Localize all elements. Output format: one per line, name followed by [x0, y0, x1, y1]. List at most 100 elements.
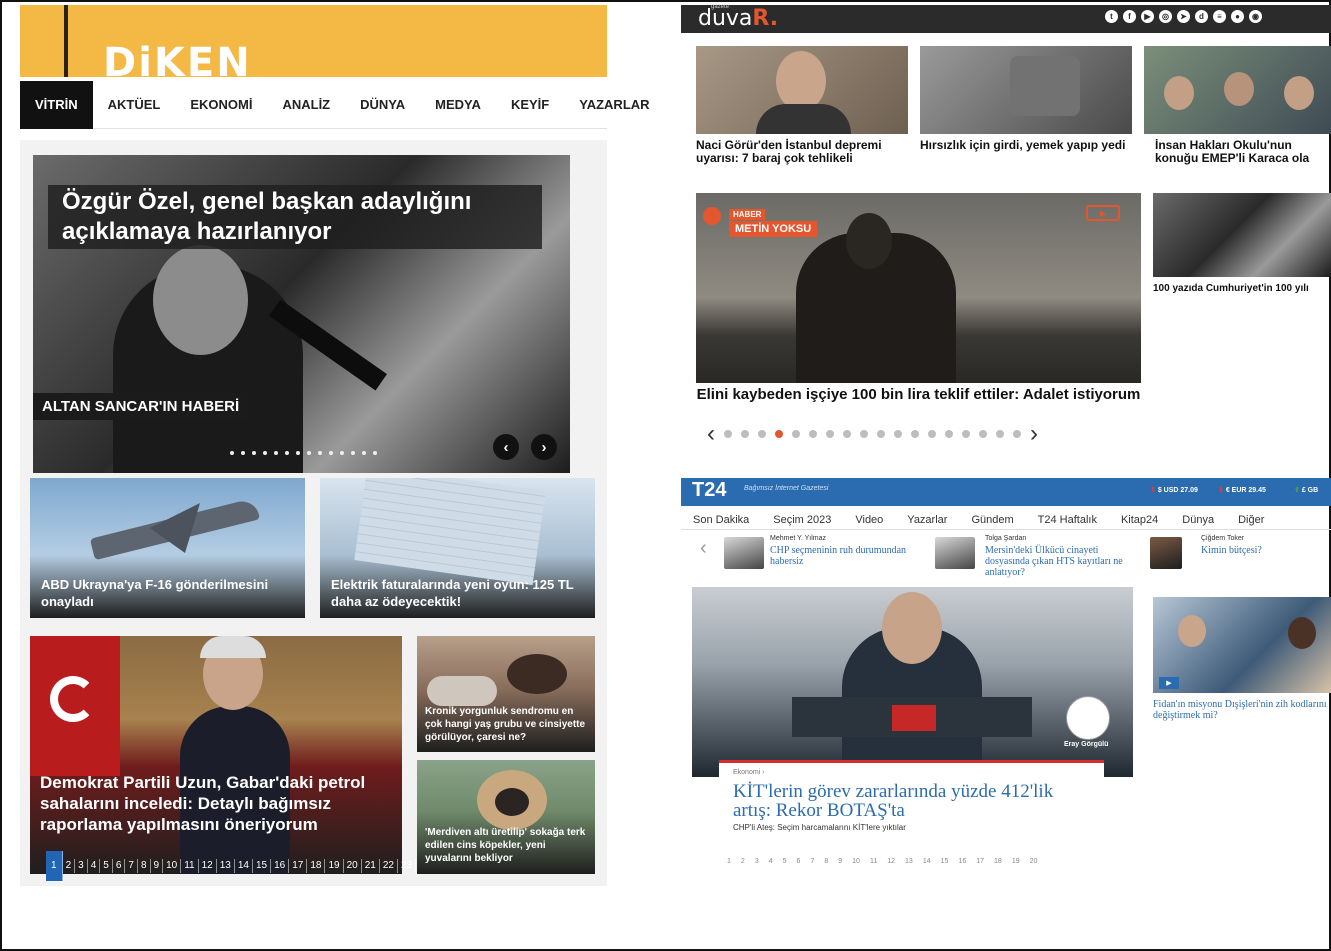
t24-author-article[interactable]: CHP seçmeninin ruh durumundan habersiz	[770, 545, 910, 567]
t24-author-article[interactable]: Kimin bütçesi?	[1201, 545, 1321, 556]
t24-page-5[interactable]: 5	[783, 858, 787, 865]
diken-page-20[interactable]: 20	[344, 859, 362, 873]
telegram-icon[interactable]: ➤	[1177, 10, 1190, 23]
diken-page-4[interactable]: 4	[88, 859, 101, 873]
t24-page-3[interactable]: 3	[755, 858, 759, 865]
diken-page-5[interactable]: 5	[100, 859, 113, 873]
t24-nav-kitap24[interactable]: Kitap24	[1109, 514, 1170, 526]
t24-author-article[interactable]: Mersin'deki Ülkücü cinayeti dosyasında ç…	[985, 545, 1135, 578]
diken-page-13[interactable]: 13	[217, 859, 235, 873]
youtube-icon[interactable]: ▶	[1141, 10, 1154, 23]
diken-page-16[interactable]: 16	[271, 859, 290, 873]
t24-page-16[interactable]: 16	[958, 858, 966, 865]
t24-nav-son-dakika[interactable]: Son Dakika	[681, 514, 761, 526]
diken-page-22[interactable]: 22	[380, 859, 398, 873]
t24-nav-dunya[interactable]: Dünya	[1170, 514, 1226, 526]
diken-slider-dots[interactable]	[230, 451, 377, 455]
diken-page-23[interactable]: 23	[398, 859, 417, 873]
duvar-tag-author[interactable]: METİN YOKSU	[729, 221, 818, 237]
duvar-story2-photo[interactable]	[920, 46, 1132, 134]
t24-author-name[interactable]: Mehmet Y. Yılmaz	[770, 535, 826, 542]
t24-nav-video[interactable]: Video	[843, 514, 895, 526]
diken-page-10[interactable]: 10	[163, 859, 182, 873]
t24-page-19[interactable]: 19	[1012, 858, 1020, 865]
diken-side1-title[interactable]: Kronik yorgunluk sendromu en çok hangi y…	[425, 705, 590, 744]
duvar-dot[interactable]	[724, 430, 732, 438]
t24-right-photo[interactable]: ▶	[1153, 597, 1331, 693]
diken-side2-title[interactable]: 'Merdiven altı üretilip' sokağa terk edi…	[425, 826, 590, 865]
diken-nav-vitrin[interactable]: VİTRİN	[20, 80, 93, 129]
diken-page-14[interactable]: 14	[235, 859, 253, 873]
diken-hero-title[interactable]: Özgür Özel, genel başkan adaylığını açık…	[48, 185, 542, 249]
diken-page-17[interactable]: 17	[289, 859, 308, 873]
duvar-dot[interactable]	[962, 430, 970, 438]
diken-main-story-photo[interactable]	[30, 636, 402, 874]
avatar[interactable]	[1150, 537, 1182, 569]
diken-nav-analiz[interactable]: ANALİZ	[267, 81, 345, 129]
duvar-dot[interactable]	[826, 430, 834, 438]
t24-hero-subtitle[interactable]: CHP'li Ateş: Seçim harcamalarını KİT'ler…	[733, 823, 906, 832]
t24-page-12[interactable]: 12	[887, 858, 895, 865]
t24-page-10[interactable]: 10	[852, 858, 860, 865]
diken-card1-title[interactable]: ABD Ukrayna'ya F-16 gönderilmesini onayl…	[41, 576, 291, 610]
twitter-icon[interactable]: t	[1105, 10, 1118, 23]
diken-page-3[interactable]: 3	[75, 859, 88, 873]
duvar-right-photo[interactable]	[1153, 193, 1331, 277]
t24-author-name[interactable]: Tolga Şardan	[985, 535, 1026, 542]
diken-logo[interactable]: DiKEN	[103, 40, 252, 86]
t24-hero-category[interactable]: Ekonomi ›	[733, 769, 765, 776]
diken-page-21[interactable]: 21	[362, 859, 380, 873]
t24-nav-haftalik[interactable]: T24 Haftalık	[1026, 514, 1109, 526]
t24-page-6[interactable]: 6	[797, 858, 801, 865]
t24-page-8[interactable]: 8	[824, 858, 828, 865]
diken-page-11[interactable]: 11	[181, 859, 199, 873]
t24-nav-diger[interactable]: Diğer	[1226, 514, 1276, 526]
diken-nav-ekonomi[interactable]: EKONOMİ	[175, 81, 267, 129]
diken-page-1[interactable]: 1	[46, 851, 63, 881]
diken-page-15[interactable]: 15	[253, 859, 272, 873]
t24-nav-gundem[interactable]: Gündem	[959, 514, 1025, 526]
diken-page-2[interactable]: 2	[63, 859, 76, 873]
duvar-story3-photo[interactable]	[1144, 46, 1331, 134]
t24-hero-title[interactable]: KİT'lerin görev zararlarında yüzde 412'l…	[733, 782, 1093, 820]
diken-main-story-title[interactable]: Demokrat Partili Uzun, Gabar'daki petrol…	[40, 772, 395, 835]
diken-page-6[interactable]: 6	[113, 859, 126, 873]
duvar-dot[interactable]	[979, 430, 987, 438]
diken-page-7[interactable]: 7	[125, 859, 138, 873]
t24-page-15[interactable]: 15	[941, 858, 949, 865]
duvar-dot[interactable]	[860, 430, 868, 438]
diken-next-button[interactable]: ›	[531, 434, 557, 460]
diken-page-9[interactable]: 9	[151, 859, 164, 873]
t24-authors-prev-icon[interactable]: ‹	[700, 537, 707, 560]
t24-right-caption[interactable]: Fidan'ın misyonu Dışişleri'nin zih kodla…	[1153, 699, 1331, 721]
duvar-dot[interactable]	[877, 430, 885, 438]
diken-card2-title[interactable]: Elektrik faturalarında yeni oyun: 125 TL…	[331, 576, 581, 610]
duvar-dot[interactable]	[911, 430, 919, 438]
t24-page-2[interactable]: 2	[741, 858, 745, 865]
duvar-story1-title[interactable]: Naci Görür'den İstanbul depremi uyarısı:…	[696, 139, 908, 165]
duvar-story2-title[interactable]: Hırsızlık için girdi, yemek yapıp yedi	[920, 139, 1132, 152]
duvar-dot-active[interactable]	[775, 430, 783, 438]
t24-page-17[interactable]: 17	[976, 858, 984, 865]
t24-nav-yazarlar[interactable]: Yazarlar	[895, 514, 959, 526]
duvar-dot[interactable]	[792, 430, 800, 438]
t24-page-1[interactable]: 1	[727, 858, 731, 865]
diken-page-8[interactable]: 8	[138, 859, 151, 873]
t24-hero-author[interactable]: Eray Görgülü	[1064, 741, 1108, 748]
diken-nav-dunya[interactable]: DÜNYA	[345, 81, 420, 129]
diken-nav-aktuel[interactable]: AKTÜEL	[93, 81, 176, 129]
video-play-icon[interactable]: ▶	[1159, 677, 1179, 689]
duvar-dot[interactable]	[894, 430, 902, 438]
avatar[interactable]	[724, 537, 764, 569]
duvar-next-icon[interactable]: ›	[1030, 422, 1038, 446]
duvar-right-caption[interactable]: 100 yazıda Cumhuriyet'in 100 yılı	[1153, 282, 1331, 295]
t24-hero-photo[interactable]	[692, 587, 1133, 777]
duvar-dot[interactable]	[996, 430, 1004, 438]
diken-page-19[interactable]: 19	[325, 859, 344, 873]
t24-nav-secim-2023[interactable]: Seçim 2023	[761, 514, 843, 526]
podcast-icon[interactable]: ●	[1231, 10, 1244, 23]
duvar-dot[interactable]	[758, 430, 766, 438]
diken-nav-keyif[interactable]: KEYİF	[496, 81, 564, 129]
t24-page-14[interactable]: 14	[923, 858, 931, 865]
duvar-story1-photo[interactable]	[696, 46, 908, 134]
